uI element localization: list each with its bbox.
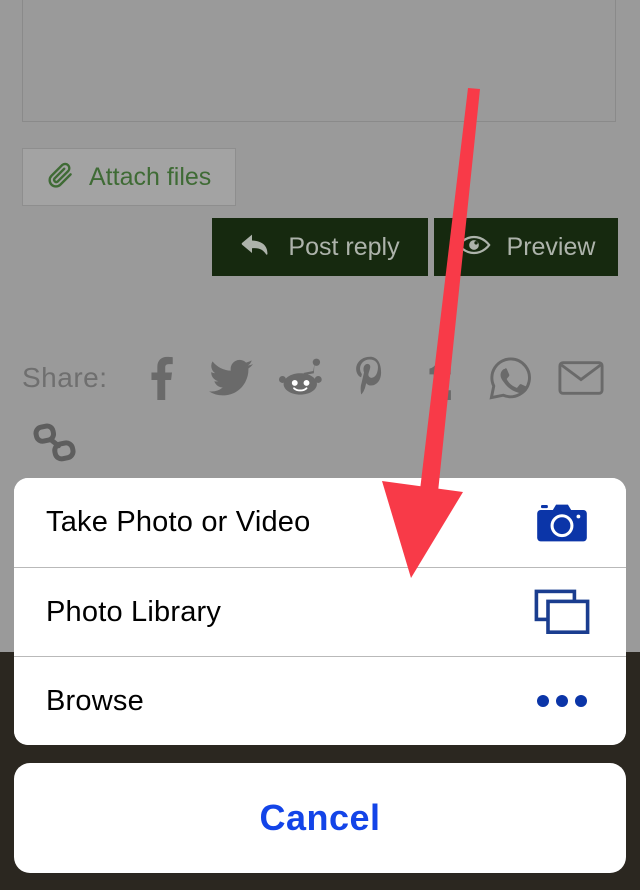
reply-arrow-icon bbox=[240, 231, 272, 264]
preview-label: Preview bbox=[506, 232, 596, 261]
pinterest-icon[interactable] bbox=[336, 353, 406, 403]
ellipsis-icon bbox=[530, 675, 594, 727]
link-chain-icon[interactable] bbox=[30, 420, 86, 470]
browse-label: Browse bbox=[46, 684, 144, 717]
whatsapp-icon[interactable] bbox=[476, 353, 546, 403]
post-reply-button[interactable]: Post reply bbox=[212, 218, 428, 276]
reddit-icon[interactable] bbox=[266, 353, 336, 403]
photo-source-action-sheet: Take Photo or Video Photo Library Browse bbox=[14, 478, 626, 745]
take-photo-label: Take Photo or Video bbox=[46, 506, 311, 538]
twitter-icon[interactable] bbox=[196, 353, 266, 403]
eye-icon bbox=[457, 233, 491, 262]
attach-files-button[interactable]: Attach files bbox=[22, 148, 236, 206]
reply-textarea[interactable] bbox=[22, 0, 616, 122]
attach-files-label: Attach files bbox=[89, 162, 212, 191]
post-reply-label: Post reply bbox=[288, 232, 400, 261]
photo-library-label: Photo Library bbox=[46, 595, 222, 628]
cancel-label: Cancel bbox=[259, 797, 381, 838]
action-sheet-option-browse[interactable]: Browse bbox=[14, 656, 626, 745]
paperclip-icon bbox=[45, 160, 75, 195]
dimmed-page-backdrop: 4Q MAGAZINE Attach files Post reply bbox=[0, 0, 640, 890]
share-label: Share: bbox=[22, 362, 108, 393]
action-sheet-option-take-photo[interactable]: Take Photo or Video bbox=[14, 478, 626, 567]
email-icon[interactable] bbox=[546, 353, 616, 403]
facebook-icon[interactable] bbox=[126, 353, 196, 403]
share-row: Share: bbox=[22, 350, 622, 406]
action-sheet-option-photo-library[interactable]: Photo Library bbox=[14, 567, 626, 656]
tumblr-icon[interactable] bbox=[406, 353, 476, 403]
photo-stack-icon bbox=[530, 586, 594, 638]
preview-button[interactable]: Preview bbox=[434, 218, 618, 276]
camera-icon bbox=[530, 497, 594, 549]
cancel-button[interactable]: Cancel bbox=[14, 763, 626, 873]
